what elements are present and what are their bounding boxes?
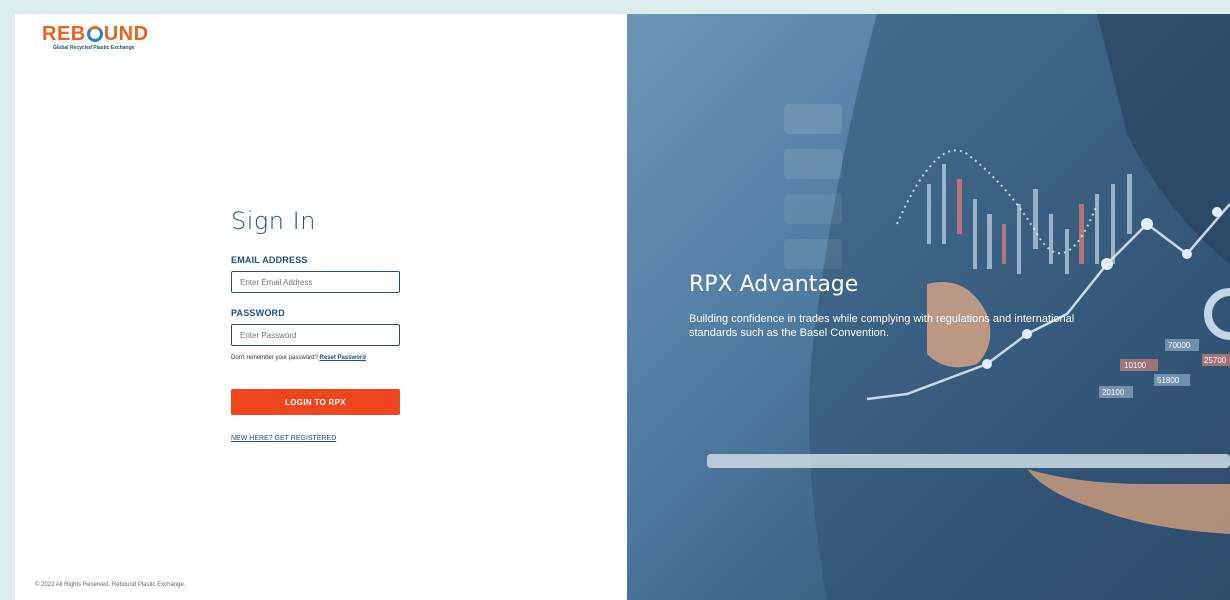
email-label: EMAIL ADDRESS bbox=[231, 255, 308, 265]
forgot-password-row: Don't remember your password? Reset Pass… bbox=[231, 355, 401, 361]
chart-label: 10100 bbox=[1124, 361, 1147, 370]
tablet-shape bbox=[707, 454, 1230, 468]
chart-label: 70000 bbox=[1168, 341, 1191, 350]
logo-wordmark: REB UND bbox=[42, 24, 162, 44]
ui-card bbox=[784, 104, 842, 134]
rebound-logo[interactable]: REB UND Global Recycled Plastic Exchange bbox=[42, 24, 162, 54]
hero-illustration: 70000 10100 51800 25700 20100 bbox=[707, 14, 1230, 600]
logo-text-right: UND bbox=[103, 23, 149, 45]
logo-text-left: REB bbox=[42, 23, 86, 45]
chart-label: 51800 bbox=[1157, 376, 1180, 385]
register-link[interactable]: NEW HERE? GET REGISTERED bbox=[231, 435, 401, 442]
page-title: Sign In bbox=[231, 207, 316, 235]
hero-description: Building confidence in trades while comp… bbox=[689, 313, 1075, 339]
hero-panel: 70000 10100 51800 25700 20100 RPX Advant… bbox=[627, 14, 1230, 600]
password-label: PASSWORD bbox=[231, 308, 285, 318]
login-panel: REB UND Global Recycled Plastic Exchange… bbox=[15, 14, 627, 600]
logo-o-icon bbox=[86, 26, 103, 42]
page-frame: REB UND Global Recycled Plastic Exchange… bbox=[15, 14, 1230, 600]
chart-label: 25700 bbox=[1204, 356, 1227, 365]
login-button[interactable]: LOGIN TO RPX bbox=[231, 389, 400, 415]
ui-card bbox=[784, 239, 842, 269]
logo-tagline: Global Recycled Plastic Exchange bbox=[53, 45, 135, 51]
ui-card bbox=[784, 194, 842, 224]
sign-in-form: Sign In EMAIL ADDRESS PASSWORD Don't rem… bbox=[231, 207, 401, 442]
reset-password-link[interactable]: Reset Password bbox=[320, 355, 366, 361]
password-field[interactable] bbox=[231, 324, 400, 346]
copyright-text: © 2022 All Rights Reserved. Rebound Plas… bbox=[35, 582, 186, 588]
forgot-password-text: Don't remember your password? bbox=[231, 355, 318, 361]
chart-label: 20100 bbox=[1102, 388, 1125, 397]
ui-card bbox=[784, 149, 842, 179]
email-field[interactable] bbox=[231, 271, 400, 293]
hero-title: RPX Advantage bbox=[689, 272, 859, 297]
